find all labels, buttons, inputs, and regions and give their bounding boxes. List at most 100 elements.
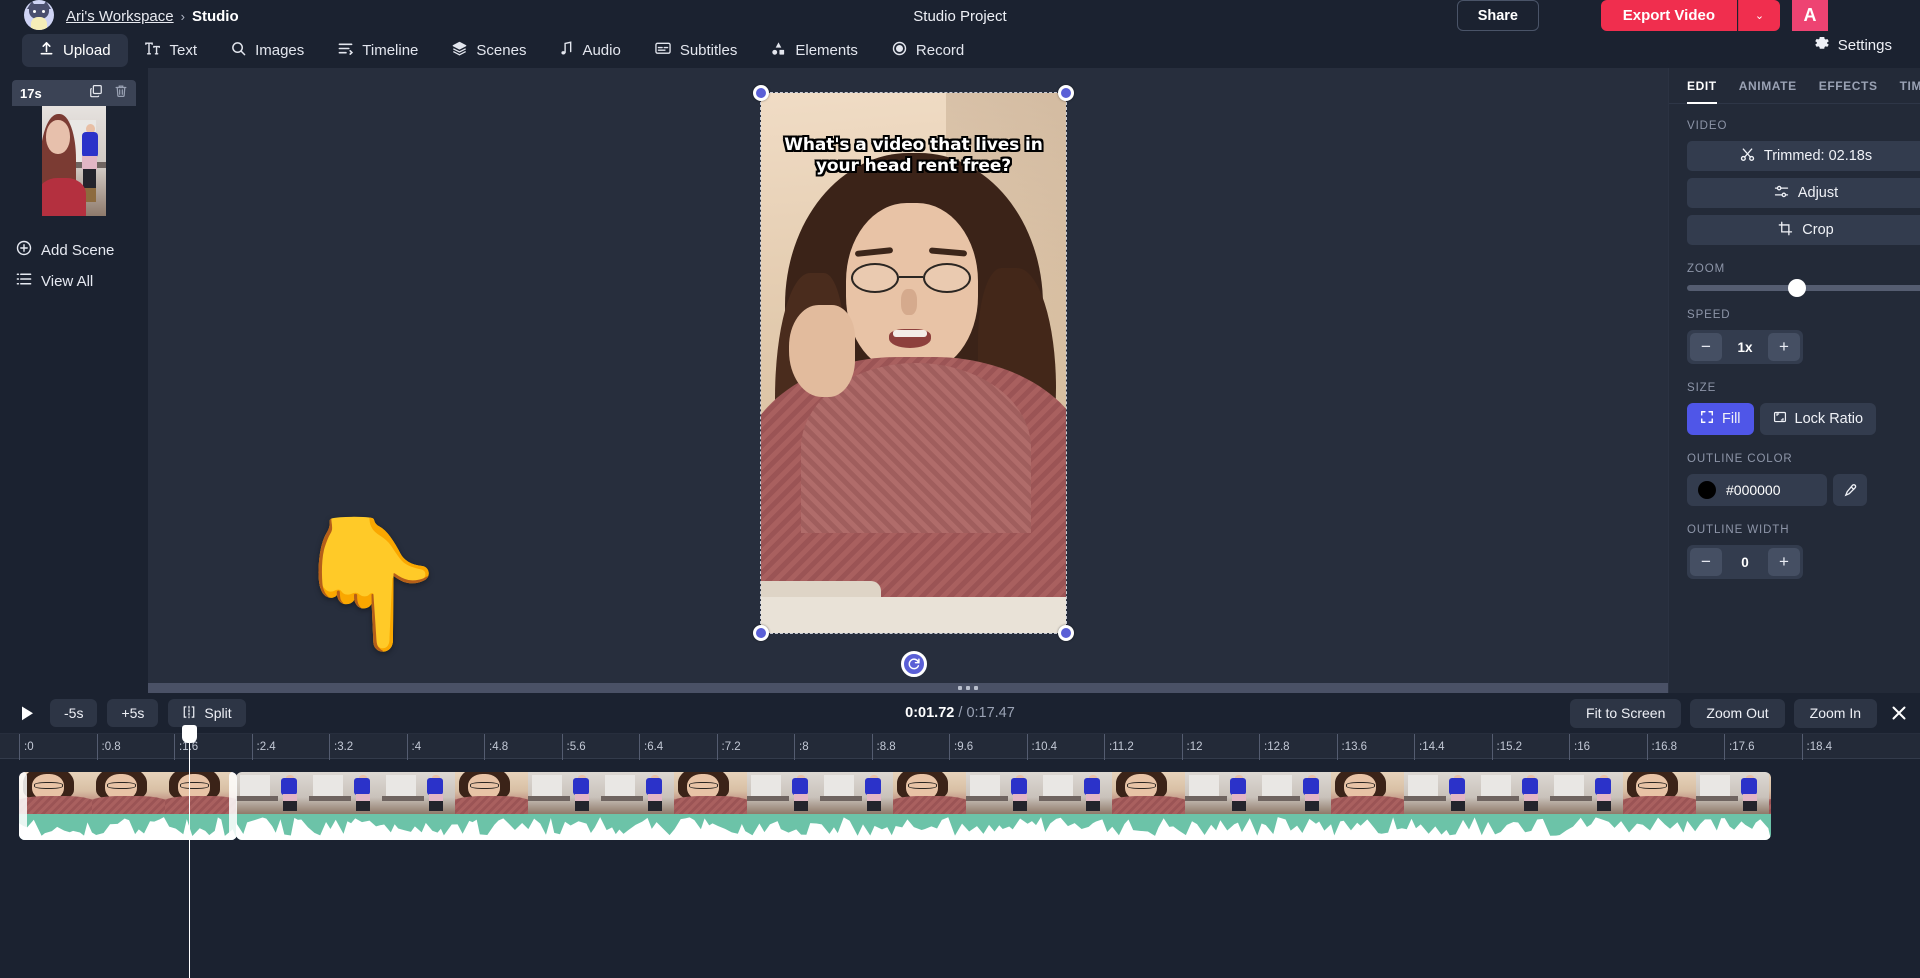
speed-value: 1x: [1722, 340, 1768, 355]
playback-bar: -5s +5s Split 0:01.72 / 0:17.47 Fit to S…: [0, 693, 1920, 733]
tab-elements[interactable]: Elements: [754, 34, 875, 67]
tool-tabs: Upload Text Images: [0, 32, 1920, 68]
total-time: 0:17.47: [966, 705, 1014, 721]
workspace-avatar[interactable]: [24, 0, 54, 30]
scene-duration: 17s: [20, 86, 42, 101]
user-avatar[interactable]: A: [1792, 0, 1828, 31]
speed-increase-button[interactable]: +: [1768, 333, 1800, 361]
tab-subtitles[interactable]: Subtitles: [638, 34, 755, 67]
scenes-panel: 17s: [0, 68, 148, 693]
outline-width-stepper[interactable]: − 0 +: [1687, 545, 1803, 579]
filmstrip-frame: [1696, 772, 1769, 814]
tab-audio[interactable]: Audio: [543, 34, 637, 67]
skip-forward-5s-button[interactable]: +5s: [107, 699, 158, 727]
outline-color-label: OUTLINE COLOR: [1687, 453, 1902, 465]
scissors-icon: [1740, 147, 1755, 166]
tab-elements-label: Elements: [795, 42, 858, 59]
play-icon[interactable]: [14, 700, 40, 726]
filmstrip-frame: [966, 772, 1039, 814]
filmstrip-frame: [893, 772, 966, 814]
tab-timing[interactable]: TIMING: [1900, 68, 1920, 104]
tab-edit[interactable]: EDIT: [1687, 68, 1717, 104]
resize-handle-bottom-left[interactable]: [753, 625, 769, 641]
close-icon[interactable]: [1886, 700, 1912, 726]
filmstrip-frame: [1769, 772, 1771, 814]
timeline-tracks[interactable]: [0, 759, 1920, 978]
add-scene-button[interactable]: Add Scene: [12, 234, 136, 266]
skip-back-5s-button[interactable]: -5s: [50, 699, 97, 727]
audio-waveform: [236, 814, 1771, 840]
ruler-tick: :0: [19, 734, 34, 760]
export-options-chevron-down-icon[interactable]: ⌄: [1738, 0, 1780, 31]
zoom-in-button[interactable]: Zoom In: [1794, 699, 1877, 728]
crop-button[interactable]: Crop: [1687, 215, 1920, 245]
tab-scenes[interactable]: Scenes: [435, 34, 543, 67]
time-separator: /: [958, 705, 962, 721]
top-bar: Ari's Workspace › Studio Studio Project …: [0, 0, 1920, 32]
clip-trim-handle-right[interactable]: [229, 772, 237, 840]
video-preview[interactable]: What's a video that lives in your head r…: [761, 93, 1066, 633]
timeline-clip[interactable]: [19, 772, 237, 840]
scene-card[interactable]: 17s: [12, 80, 136, 216]
eyedropper-icon[interactable]: [1833, 474, 1867, 506]
tab-upload[interactable]: Upload: [22, 34, 128, 67]
ruler-tick: :16: [1569, 734, 1590, 760]
ruler-tick: :3.2: [329, 734, 353, 760]
timeline-clip[interactable]: [236, 772, 1771, 840]
adjust-button[interactable]: Adjust: [1687, 178, 1920, 208]
ruler-tick: :8.8: [872, 734, 896, 760]
speed-decrease-button[interactable]: −: [1690, 333, 1722, 361]
fit-to-screen-button[interactable]: Fit to Screen: [1570, 699, 1681, 728]
canvas-stage[interactable]: 👇 Wha: [148, 68, 1668, 693]
filmstrip-frame: [1623, 772, 1696, 814]
breadcrumb-separator: ›: [181, 9, 185, 24]
share-button[interactable]: Share: [1457, 0, 1539, 31]
resize-handle-top-left[interactable]: [753, 85, 769, 101]
text-icon: [145, 41, 161, 60]
copy-icon[interactable]: [89, 84, 103, 103]
lock-ratio-button[interactable]: Lock Ratio: [1760, 403, 1877, 435]
resize-handle-bottom-right[interactable]: [1058, 625, 1074, 641]
tab-record[interactable]: Record: [875, 34, 981, 67]
tab-text[interactable]: Text: [128, 34, 215, 67]
video-caption-overlay[interactable]: What's a video that lives in your head r…: [771, 135, 1056, 178]
filmstrip-frame: [1550, 772, 1623, 814]
breadcrumb-workspace-link[interactable]: Ari's Workspace: [66, 8, 174, 25]
split-label: Split: [204, 705, 231, 721]
export-video-button[interactable]: Export Video: [1601, 0, 1737, 31]
tab-images[interactable]: Images: [214, 34, 321, 67]
ruler-tick: :7.2: [717, 734, 741, 760]
panel-resize-grip[interactable]: [148, 683, 1668, 693]
zoom-slider[interactable]: [1687, 285, 1920, 291]
filmstrip-frame: [19, 772, 92, 814]
tab-animate[interactable]: ANIMATE: [1739, 68, 1797, 104]
settings-button[interactable]: Settings: [1814, 35, 1892, 55]
properties-panel: EDIT ANIMATE EFFECTS TIMING VIDEO Trimme…: [1668, 68, 1920, 693]
lock-ratio-icon: [1773, 410, 1787, 428]
outline-color-field[interactable]: #000000: [1687, 474, 1827, 506]
search-icon: [231, 41, 246, 60]
ruler-tick: :4: [407, 734, 422, 760]
timeline-ruler[interactable]: :0:0.8:1.6:2.4:3.2:4:4.8:5.6:6.4:7.2:8:8…: [0, 733, 1920, 759]
resize-handle-top-right[interactable]: [1058, 85, 1074, 101]
view-all-button[interactable]: View All: [12, 266, 136, 296]
fill-button[interactable]: Fill: [1687, 403, 1754, 435]
tab-timeline[interactable]: Timeline: [321, 34, 435, 67]
filmstrip-frame: [820, 772, 893, 814]
filmstrip-frame: [382, 772, 455, 814]
filmstrip-frame: [309, 772, 382, 814]
speed-stepper[interactable]: − 1x +: [1687, 330, 1803, 364]
video-selection-box[interactable]: What's a video that lives in your head r…: [761, 93, 1066, 633]
trimmed-button[interactable]: Trimmed: 02.18s: [1687, 141, 1920, 171]
trash-icon[interactable]: [114, 84, 128, 103]
zoom-slider-knob[interactable]: [1788, 279, 1806, 297]
clip-trim-handle-left[interactable]: [19, 772, 27, 840]
timeline[interactable]: :0:0.8:1.6:2.4:3.2:4:4.8:5.6:6.4:7.2:8:8…: [0, 733, 1920, 978]
outline-width-increase-button[interactable]: +: [1768, 548, 1800, 576]
outline-width-decrease-button[interactable]: −: [1690, 548, 1722, 576]
scene-thumbnail[interactable]: [42, 106, 106, 216]
tab-effects[interactable]: EFFECTS: [1819, 68, 1878, 104]
zoom-out-button[interactable]: Zoom Out: [1690, 699, 1784, 728]
rotate-icon[interactable]: [901, 651, 927, 677]
split-button[interactable]: Split: [168, 699, 245, 727]
